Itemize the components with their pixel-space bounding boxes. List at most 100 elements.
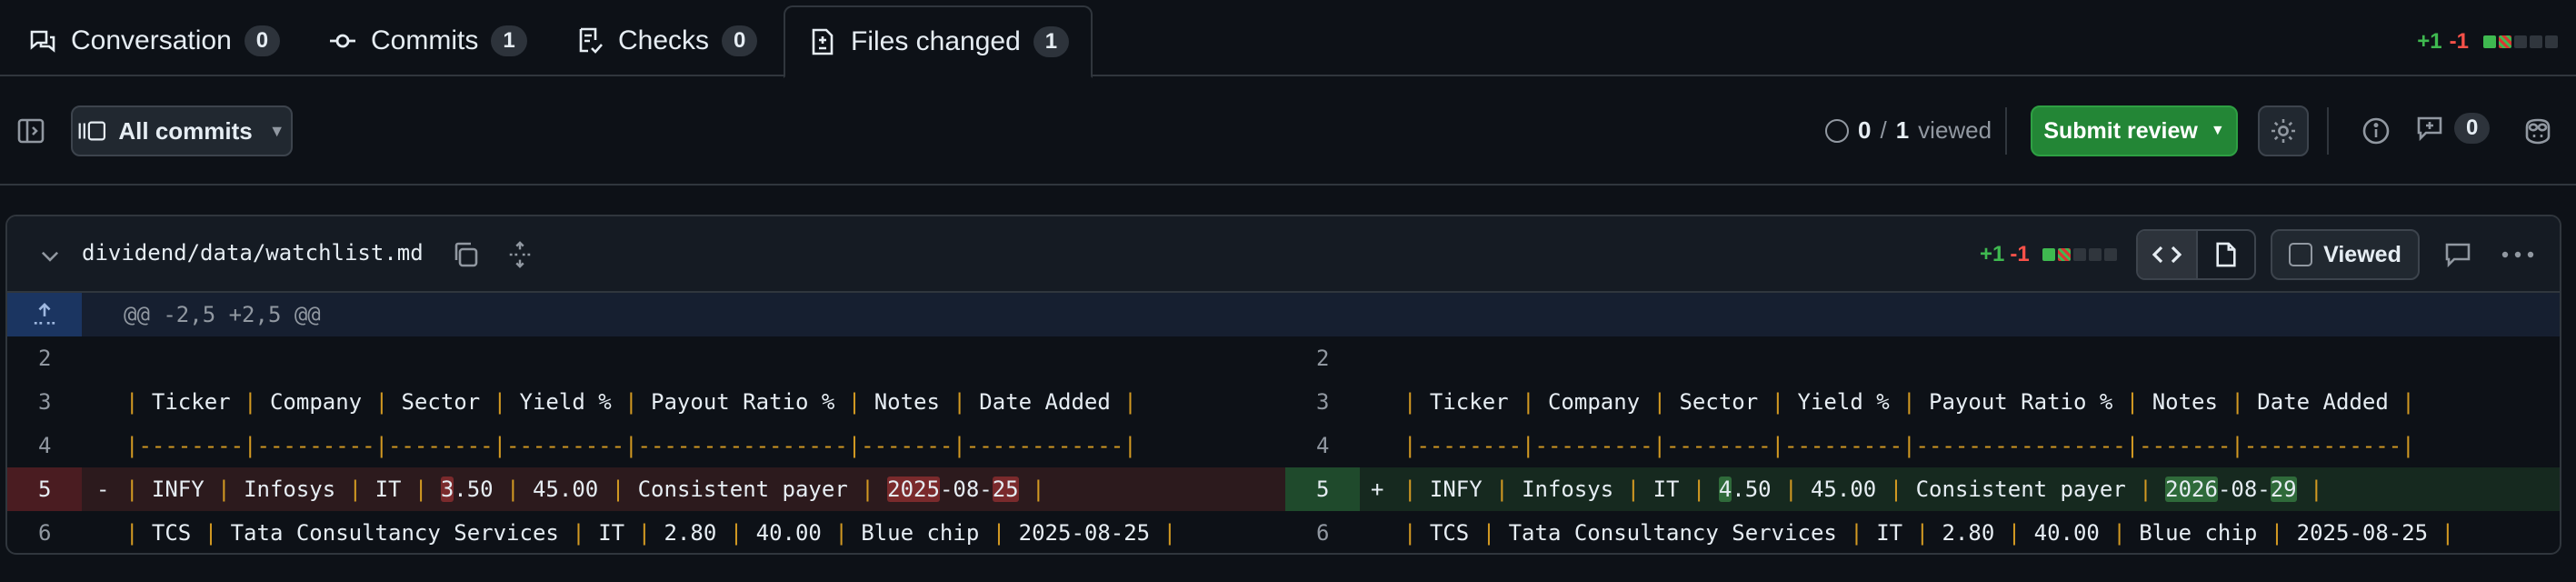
info-button[interactable] <box>2358 113 2394 149</box>
code-token: | <box>611 477 638 502</box>
code-token: | <box>1032 477 1045 502</box>
additions-count: +1 <box>2417 29 2442 54</box>
conversation-icon <box>27 25 58 56</box>
collapse-file-button[interactable] <box>35 240 65 271</box>
copy-path-button[interactable] <box>447 236 484 273</box>
tab-label: Conversation <box>71 25 232 55</box>
code-token: 2.80 <box>1942 520 2008 546</box>
deletion-marker: - <box>96 477 110 502</box>
code-token: | <box>414 477 441 502</box>
add-file-comment-button[interactable] <box>2440 236 2476 273</box>
code-line: | Ticker | Company | Sector | Yield % | … <box>125 380 1137 424</box>
code-token: | <box>2270 520 2297 546</box>
code-token: | <box>1771 389 1798 415</box>
code-token: | <box>125 389 152 415</box>
diffstat-bar <box>2042 248 2117 261</box>
code-token: 40.00 <box>2033 520 2113 546</box>
code-token: Yield % <box>519 389 625 415</box>
code-token: .50 <box>454 477 507 502</box>
changed-text: 2026 <box>2165 477 2218 502</box>
diff-settings-button[interactable] <box>2258 105 2309 156</box>
code-token: | <box>1902 389 1930 415</box>
code-token: | <box>1403 520 1430 546</box>
code-token: Company <box>1547 389 1653 415</box>
tab-count: 0 <box>722 25 758 56</box>
line-number[interactable]: 3 <box>1285 380 1360 424</box>
code-token: | <box>1692 477 1719 502</box>
chevron-down-icon: ▼ <box>2210 123 2225 138</box>
changed-text: 4 <box>1718 477 1732 502</box>
code-token: | <box>374 389 402 415</box>
line-number[interactable]: 2 <box>7 336 82 380</box>
code-token: | <box>2310 477 2323 502</box>
commit-icon <box>327 25 358 56</box>
sidebar-expand-icon <box>17 118 45 144</box>
code-token: INFY <box>151 477 218 502</box>
file-diff: dividend/data/watchlist.md +1 -1 Viewed … <box>5 215 2561 555</box>
unfold-icon <box>509 241 531 268</box>
code-token: Notes <box>874 389 954 415</box>
expand-all-button[interactable] <box>502 236 538 273</box>
comment-icon <box>2445 243 2471 268</box>
comments-count: 0 <box>2454 113 2491 144</box>
tab-commits[interactable]: Commits 1 <box>327 5 527 76</box>
code-token: Infosys <box>1522 477 1627 502</box>
submit-review-button[interactable]: Submit review ▼ <box>2031 105 2238 156</box>
diff-row: 22 <box>7 336 2560 380</box>
code-token: | <box>1784 477 1811 502</box>
code-token: Consistent payer <box>1915 477 2140 502</box>
code-token: | <box>506 477 533 502</box>
fold-up-icon <box>34 303 55 325</box>
all-commits-dropdown[interactable]: All commits ▼ <box>71 105 293 156</box>
toolbar-divider <box>2327 107 2329 155</box>
tab-label: Commits <box>371 25 479 55</box>
file-path[interactable]: dividend/data/watchlist.md <box>82 240 424 266</box>
code-token: IT <box>598 520 638 546</box>
code-token: 45.00 <box>532 477 612 502</box>
tab-conversation[interactable]: Conversation 0 <box>27 5 281 76</box>
expand-up-button[interactable] <box>7 293 82 336</box>
checklist-icon <box>574 25 605 56</box>
line-number[interactable]: 3 <box>7 380 82 424</box>
copilot-button[interactable] <box>2518 111 2558 151</box>
tab-count: 1 <box>1033 26 1070 57</box>
code-token: Yield % <box>1797 389 1903 415</box>
commits-filter-icon <box>78 121 106 141</box>
line-number[interactable]: 4 <box>1285 424 1360 467</box>
pr-tab-bar: Conversation 0 Commits 1 Checks 0 Files … <box>0 0 2576 78</box>
line-number[interactable]: 5 <box>7 467 82 511</box>
code-view-button[interactable] <box>2138 231 2196 278</box>
line-number[interactable]: 2 <box>1285 336 1360 380</box>
checkbox-icon[interactable] <box>2289 243 2313 266</box>
line-number[interactable]: 6 <box>7 511 82 553</box>
code-line: | Ticker | Company | Sector | Yield % | … <box>1403 380 2415 424</box>
tab-count: 1 <box>491 25 527 56</box>
file-options-button[interactable] <box>2498 236 2538 273</box>
viewed-label: Viewed <box>2323 241 2401 267</box>
code-token: | <box>1850 520 1877 546</box>
viewed-checkbox-button[interactable]: Viewed <box>2271 229 2420 280</box>
tab-label: Checks <box>618 25 710 55</box>
tab-checks[interactable]: Checks 0 <box>574 5 758 76</box>
line-number[interactable]: 4 <box>7 424 82 467</box>
code-token: | <box>1403 477 1430 502</box>
tab-files-changed[interactable]: Files changed 1 <box>784 5 1093 78</box>
line-number[interactable]: 6 <box>1285 511 1360 553</box>
line-number[interactable]: 5 <box>1285 467 1360 511</box>
submit-review-label: Submit review <box>2043 117 2198 144</box>
code-token: TCS <box>1429 520 1483 546</box>
changed-text: 3 <box>440 477 454 502</box>
code-token: Infosys <box>244 477 349 502</box>
code-token: | <box>834 520 862 546</box>
file-icon <box>2216 242 2236 267</box>
file-header: dividend/data/watchlist.md +1 -1 Viewed <box>7 216 2560 293</box>
comments-button[interactable]: 0 <box>2414 113 2491 144</box>
toggle-file-tree-button[interactable] <box>15 115 47 147</box>
changed-text: 2025 <box>887 477 940 502</box>
tab-count: 0 <box>244 25 281 56</box>
code-line: | INFY | Infosys | IT | 3.50 | 45.00 | C… <box>125 467 1045 511</box>
code-token: 2025-08-25 <box>1018 520 1163 546</box>
code-token: IT <box>1876 520 1916 546</box>
rich-view-button[interactable] <box>2198 231 2254 278</box>
code-token: | <box>861 477 888 502</box>
